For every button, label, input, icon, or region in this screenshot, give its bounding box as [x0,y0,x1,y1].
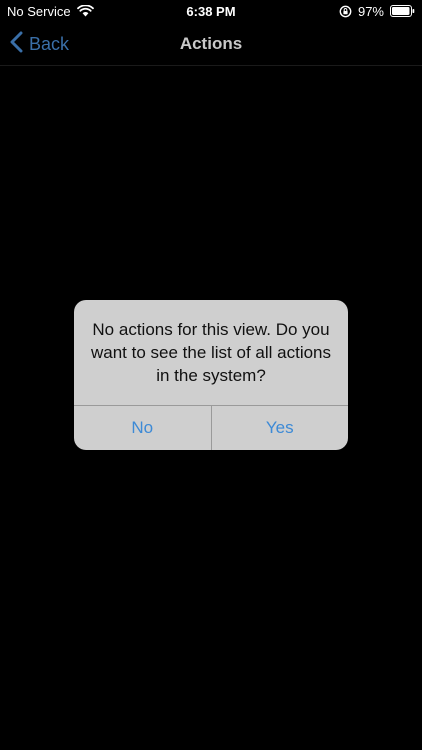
battery-icon [390,5,415,17]
back-label: Back [29,33,70,54]
status-right: 97% [339,4,415,19]
chevron-left-icon [10,31,23,58]
battery-percent: 97% [357,3,384,19]
alert-message: No actions for this view. Do you want to… [90,320,332,385]
back-button[interactable]: Back [10,22,69,66]
carrier-label: No Service [7,3,71,19]
navigation-bar: Actions Back [0,22,422,66]
nav-title: Actions [179,34,243,53]
status-bar: No Service 6:38 PM 97% [0,0,422,22]
wifi-icon [76,5,94,17]
status-time: 6:38 PM [186,3,236,19]
yes-button[interactable]: Yes [210,406,349,450]
alert-dialog: No actions for this view. Do you want to… [74,300,348,450]
screen: No Service 6:38 PM 97% Actions Back No a… [0,0,422,750]
battery-fill [392,7,410,15]
no-button[interactable]: No [74,406,211,450]
orientation-lock-icon [339,5,352,18]
alert-button-row: No Yes [74,405,348,450]
status-left: No Service [7,4,94,19]
